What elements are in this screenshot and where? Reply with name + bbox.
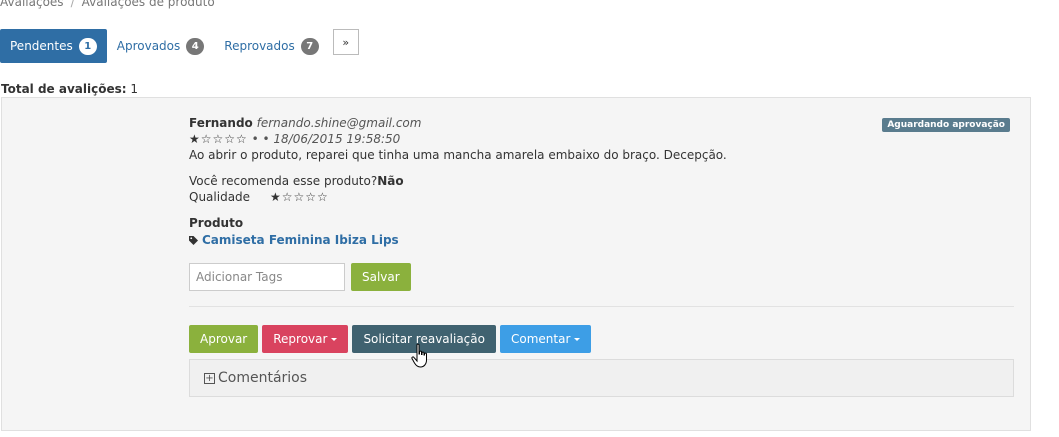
author-name: Fernando <box>189 116 253 130</box>
review-comment: Ao abrir o produto, reparei que tinha um… <box>189 148 727 162</box>
status-tabs: Pendentes 1 Aprovados 4 Reprovados 7 » <box>0 29 359 63</box>
tab-label: Pendentes <box>10 39 73 53</box>
divider <box>189 306 1014 307</box>
tags-row: Salvar <box>189 263 1014 291</box>
tab-reprovados[interactable]: Reprovados 7 <box>214 29 328 63</box>
reject-button[interactable]: Reprovar <box>262 325 349 353</box>
tags-input[interactable] <box>189 263 345 291</box>
tab-aprovados[interactable]: Aprovados 4 <box>107 29 215 63</box>
review-date: • • 18/06/2015 19:58:50 <box>251 132 401 146</box>
author-email: fernando.shine@gmail.com <box>256 116 422 130</box>
hand-cursor-icon <box>411 343 427 368</box>
approve-button[interactable]: Aprovar <box>189 325 259 353</box>
quality-label: Qualidade <box>189 190 251 204</box>
breadcrumb-item-avaliacoes-produto: Avaliações de produto <box>81 0 215 9</box>
quality-stars-icon: ★☆☆☆☆ <box>270 190 329 204</box>
recommend-question: Você recomenda esse produto? <box>189 174 378 188</box>
plus-square-icon: + <box>204 372 215 384</box>
more-tabs-button[interactable]: » <box>332 29 359 55</box>
rating-stars-icon: ★☆☆☆☆ <box>189 132 248 146</box>
quality-line: Qualidade ★☆☆☆☆ <box>189 190 1014 204</box>
comments-label: Comentários <box>218 370 308 386</box>
breadcrumb-separator: / <box>70 0 75 9</box>
comments-toggle[interactable]: + Comentários <box>189 359 1014 397</box>
save-tags-button[interactable]: Salvar <box>351 263 411 291</box>
review-meta: ★☆☆☆☆ • • 18/06/2015 19:58:50 <box>189 132 1014 146</box>
total-reviews: Total de avalições: 1 <box>1 82 138 96</box>
breadcrumb-item-avaliacoes[interactable]: Avaliações <box>0 0 64 9</box>
review-panel: Aguardando aprovação Fernando fernando.s… <box>1 97 1031 431</box>
tab-label: Reprovados <box>224 39 295 53</box>
reject-label: Reprovar <box>273 332 328 346</box>
tab-label: Aprovados <box>116 39 181 53</box>
product-name: Camiseta Feminina Ibiza Lips <box>202 233 399 247</box>
total-label: Total de avalições: <box>1 82 127 96</box>
status-badge: Aguardando aprovação <box>882 118 1010 132</box>
comment-label: Comentar <box>510 332 571 346</box>
approve-label: Aprovar <box>200 332 248 346</box>
product-heading: Produto <box>189 216 244 230</box>
review-actions: Aprovar Reprovar Solicitar reavaliação C… <box>189 325 1014 353</box>
tab-pendentes[interactable]: Pendentes 1 <box>0 29 107 63</box>
caret-down-icon <box>574 337 581 341</box>
breadcrumb: Avaliações / Avaliações de produto <box>0 0 215 9</box>
count-badge: 4 <box>186 37 205 55</box>
review-item: Aguardando aprovação Fernando fernando.s… <box>189 116 1014 397</box>
count-badge: 1 <box>78 37 97 55</box>
recommend-answer: Não <box>377 174 404 188</box>
total-value: 1 <box>130 82 139 96</box>
count-badge: 7 <box>300 37 319 55</box>
recommend-line: Você recomenda esse produto?Não <box>189 174 1014 188</box>
product-link[interactable]: Camiseta Feminina Ibiza Lips <box>189 233 1014 247</box>
caret-down-icon <box>331 337 338 341</box>
comment-button[interactable]: Comentar <box>499 325 592 353</box>
tag-icon <box>189 235 198 245</box>
